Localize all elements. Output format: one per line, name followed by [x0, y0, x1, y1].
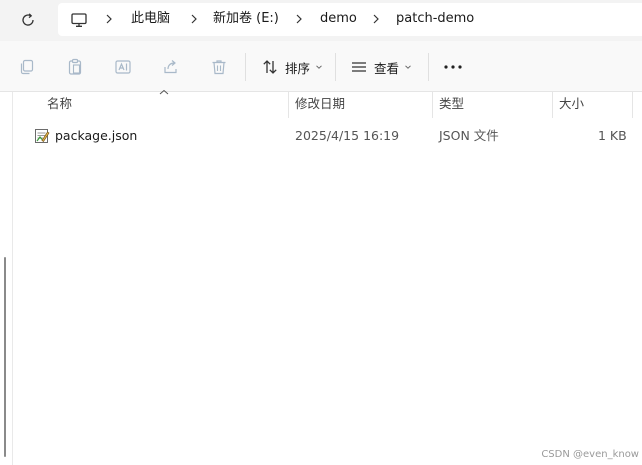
- column-divider[interactable]: [432, 92, 433, 118]
- toolbar-divider: [428, 53, 429, 81]
- chevron-down-icon: [405, 65, 411, 69]
- navigation-pane-edge: [0, 92, 13, 465]
- breadcrumb-demo[interactable]: demo: [320, 10, 357, 28]
- breadcrumb-patch-demo[interactable]: patch-demo: [396, 10, 474, 28]
- view-label: 查看: [374, 60, 400, 76]
- chevron-right-icon: [191, 14, 197, 24]
- sort-label: 排序: [285, 60, 311, 76]
- file-explorer-window: 此电脑 新加卷 (E:) demo patch-demo 排序 查看 名称 修改…: [0, 0, 642, 465]
- share-button[interactable]: [160, 56, 182, 78]
- chevron-down-icon: [316, 65, 322, 69]
- scrollbar-thumb[interactable]: [4, 257, 6, 457]
- column-header-size[interactable]: 大小: [559, 91, 584, 117]
- column-divider[interactable]: [632, 92, 633, 118]
- column-divider[interactable]: [288, 92, 289, 118]
- address-bar[interactable]: 此电脑 新加卷 (E:) demo patch-demo: [58, 3, 642, 36]
- address-row: 此电脑 新加卷 (E:) demo patch-demo: [0, 0, 642, 41]
- chevron-right-icon: [373, 14, 379, 24]
- copy-button[interactable]: [16, 56, 38, 78]
- paste-button[interactable]: [64, 56, 86, 78]
- sort-ascending-icon: [159, 89, 169, 95]
- copy-icon: [20, 59, 34, 75]
- pc-icon[interactable]: [70, 11, 88, 29]
- column-divider[interactable]: [552, 92, 553, 118]
- chevron-right-icon: [296, 14, 302, 24]
- chevron-right-icon: [106, 14, 112, 24]
- refresh-button[interactable]: [17, 9, 39, 31]
- column-header-name[interactable]: 名称: [47, 91, 72, 117]
- delete-icon: [212, 60, 226, 75]
- file-name[interactable]: package.json: [55, 123, 137, 149]
- sort-icon: [263, 60, 277, 74]
- column-header-modified[interactable]: 修改日期: [295, 91, 345, 117]
- rename-button[interactable]: [112, 56, 134, 78]
- command-bar: 排序 查看: [0, 41, 642, 92]
- file-type: JSON 文件: [439, 128, 499, 143]
- breadcrumb-drive-e[interactable]: 新加卷 (E:): [213, 10, 279, 28]
- more-icon: [444, 65, 462, 69]
- watermark: CSDN @even_know: [541, 449, 639, 460]
- toolbar-divider: [335, 53, 336, 81]
- paste-icon: [68, 58, 82, 75]
- json-file-icon: [35, 129, 50, 143]
- toolbar-divider: [245, 53, 246, 81]
- more-options-button[interactable]: [442, 56, 464, 78]
- sort-button[interactable]: 排序: [261, 56, 323, 78]
- delete-button[interactable]: [208, 56, 230, 78]
- view-button[interactable]: 查看: [350, 56, 412, 78]
- column-header-type[interactable]: 类型: [439, 91, 464, 117]
- file-size: 1 KB: [598, 128, 627, 143]
- file-modified-date: 2025/4/15 16:19: [295, 128, 400, 143]
- refresh-icon: [22, 13, 34, 26]
- file-row[interactable]: package.json 2025/4/15 16:19 JSON 文件 1 K…: [20, 123, 642, 149]
- rename-icon: [115, 60, 131, 74]
- view-icon: [352, 62, 366, 72]
- breadcrumb-this-pc[interactable]: 此电脑: [131, 10, 170, 28]
- share-icon: [164, 60, 177, 74]
